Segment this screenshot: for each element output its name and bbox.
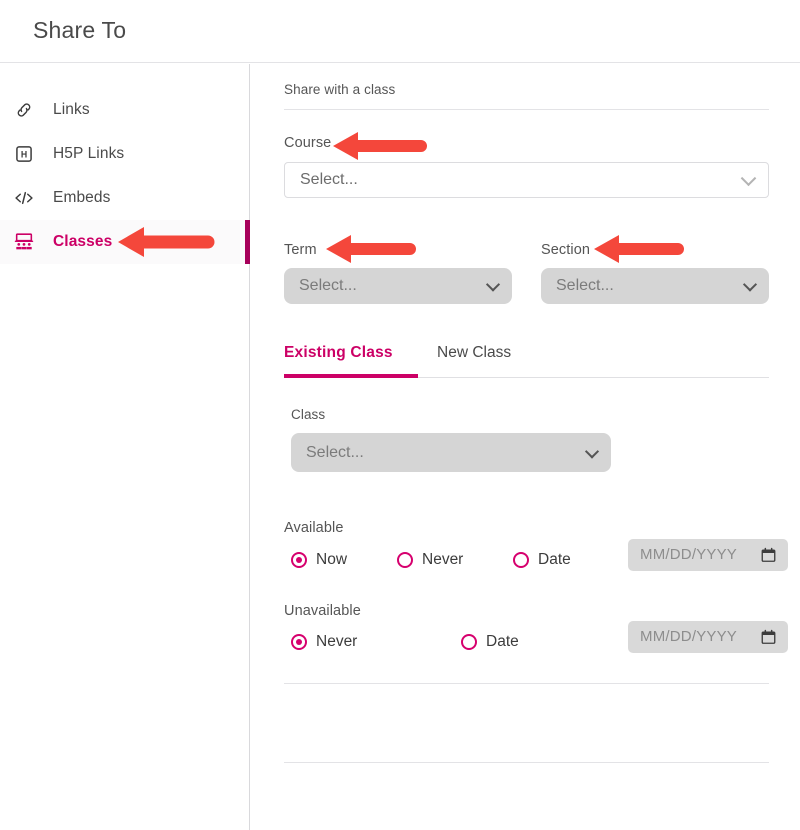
radio-dot — [291, 634, 307, 650]
course-select-value: Select... — [300, 171, 358, 188]
dialog-header: Share To — [0, 0, 800, 63]
share-to-dialog: Share To Links H H5P Links Embeds Classe… — [0, 0, 800, 830]
radio-dot — [291, 552, 307, 568]
radio-label: Date — [538, 551, 571, 568]
share-with-class-label: Share with a class — [284, 82, 396, 97]
main-panel: Share with a class Course Select... Term… — [251, 64, 800, 830]
radio-label: Never — [422, 551, 464, 568]
sidebar-item-label: Links — [53, 101, 90, 118]
radio-label: Date — [486, 633, 519, 650]
radio-dot — [461, 634, 477, 650]
divider-above-share — [284, 683, 769, 684]
course-select[interactable]: Select... — [284, 162, 769, 198]
tab-new-class[interactable]: New Class — [437, 344, 511, 362]
tab-existing-class[interactable]: Existing Class — [284, 344, 393, 362]
link-icon — [13, 99, 35, 121]
unavailable-date-placeholder: MM/DD/YYYY — [640, 628, 738, 645]
available-date-placeholder: MM/DD/YYYY — [640, 546, 738, 563]
classroom-icon — [13, 231, 35, 253]
radio-dot — [513, 552, 529, 568]
page-title: Share To — [33, 17, 127, 43]
active-indicator-bar — [245, 220, 250, 264]
sidebar-item-h5p-links[interactable]: H H5P Links — [0, 132, 250, 176]
radio-available-date[interactable]: Date — [513, 551, 571, 569]
calendar-icon[interactable] — [761, 629, 776, 650]
chevron-down-icon — [740, 170, 757, 187]
section-select[interactable]: Select... — [541, 268, 769, 304]
sidebar-item-label: Embeds — [53, 189, 111, 206]
term-label: Term — [284, 242, 317, 258]
term-select[interactable]: Select... — [284, 268, 512, 304]
unavailable-label: Unavailable — [284, 603, 361, 619]
divider-below-share — [284, 762, 769, 763]
section-label: Section — [541, 242, 591, 258]
section-select-value: Select... — [556, 277, 614, 294]
class-label: Class — [291, 407, 326, 422]
divider-top — [284, 109, 769, 110]
available-date-input[interactable]: MM/DD/YYYY — [628, 539, 788, 571]
term-select-value: Select... — [299, 277, 357, 294]
radio-available-now[interactable]: Now — [291, 551, 347, 569]
class-select-value: Select... — [306, 443, 364, 461]
chevron-down-icon — [485, 277, 501, 292]
chevron-down-icon — [584, 443, 600, 459]
radio-label: Now — [316, 551, 348, 568]
tab-active-underline — [284, 374, 418, 378]
calendar-icon[interactable] — [761, 547, 776, 568]
radio-available-never[interactable]: Never — [397, 551, 463, 569]
class-tabs: Existing Class New Class — [284, 344, 769, 380]
unavailable-date-input[interactable]: MM/DD/YYYY — [628, 621, 788, 653]
radio-dot — [397, 552, 413, 568]
radio-unavailable-date[interactable]: Date — [461, 633, 519, 651]
sidebar: Links H H5P Links Embeds Classes — [0, 64, 250, 830]
sidebar-item-label: H5P Links — [53, 145, 125, 162]
sidebar-item-label: Classes — [53, 233, 113, 250]
class-select[interactable]: Select... — [291, 433, 611, 472]
radio-label: Never — [316, 633, 358, 650]
sidebar-item-embeds[interactable]: Embeds — [0, 176, 250, 220]
available-label: Available — [284, 520, 344, 536]
chevron-down-icon — [742, 277, 758, 292]
code-icon — [13, 187, 35, 209]
svg-text:H: H — [21, 150, 27, 160]
sidebar-item-classes[interactable]: Classes — [0, 220, 250, 264]
radio-unavailable-never[interactable]: Never — [291, 633, 357, 651]
h5p-icon: H — [13, 143, 35, 165]
course-label: Course — [284, 135, 332, 151]
sidebar-item-links[interactable]: Links — [0, 88, 250, 132]
